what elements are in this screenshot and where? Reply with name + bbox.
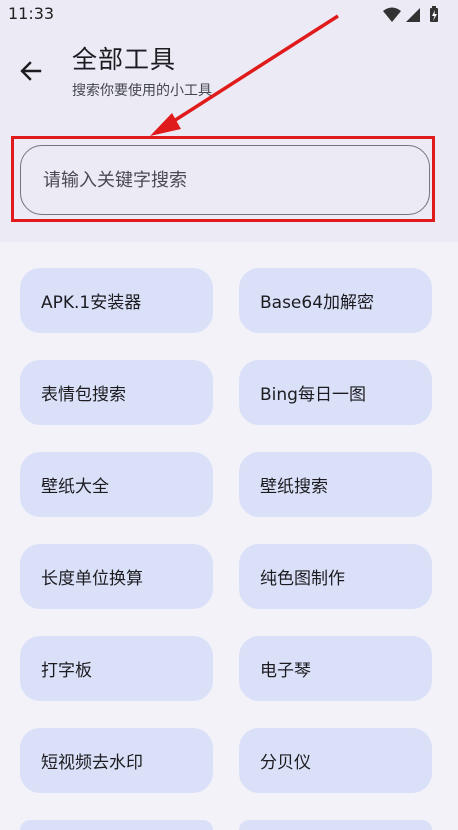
tool-piano[interactable]: 电子琴 bbox=[239, 636, 432, 701]
battery-icon bbox=[430, 6, 438, 22]
status-icons bbox=[382, 6, 444, 24]
tool-apk-installer[interactable]: APK.1安装器 bbox=[20, 268, 213, 333]
page-title: 全部工具 bbox=[72, 45, 177, 74]
header: 全部工具 搜索你要使用的小工具 bbox=[0, 30, 458, 242]
wifi-icon bbox=[383, 7, 401, 22]
search-box[interactable] bbox=[20, 145, 430, 215]
signal-icon bbox=[406, 8, 420, 22]
tool-wallpaper-collection[interactable]: 壁纸大全 bbox=[20, 452, 213, 517]
tool-decibel-meter[interactable]: 分贝仪 bbox=[239, 728, 432, 793]
tool-partial[interactable] bbox=[239, 820, 432, 830]
tool-length-converter[interactable]: 长度单位换算 bbox=[20, 544, 213, 609]
status-time: 11:33 bbox=[8, 4, 55, 23]
tool-solid-color[interactable]: 纯色图制作 bbox=[239, 544, 432, 609]
tool-bing-daily[interactable]: Bing每日一图 bbox=[239, 360, 432, 425]
back-button[interactable] bbox=[14, 54, 48, 88]
tool-grid: APK.1安装器 Base64加解密 表情包搜索 Bing每日一图 壁纸大全 壁… bbox=[20, 268, 432, 830]
tool-wallpaper-search[interactable]: 壁纸搜索 bbox=[239, 452, 432, 517]
arrow-left-icon bbox=[20, 61, 42, 81]
page-subtitle: 搜索你要使用的小工具 bbox=[72, 83, 212, 99]
tool-partial[interactable] bbox=[20, 820, 213, 830]
tool-typing-board[interactable]: 打字板 bbox=[20, 636, 213, 701]
tool-emoji-search[interactable]: 表情包搜索 bbox=[20, 360, 213, 425]
tool-base64[interactable]: Base64加解密 bbox=[239, 268, 432, 333]
tool-watermark-remover[interactable]: 短视频去水印 bbox=[20, 728, 213, 793]
search-input[interactable] bbox=[41, 146, 415, 215]
status-bar: 11:33 bbox=[0, 0, 458, 30]
